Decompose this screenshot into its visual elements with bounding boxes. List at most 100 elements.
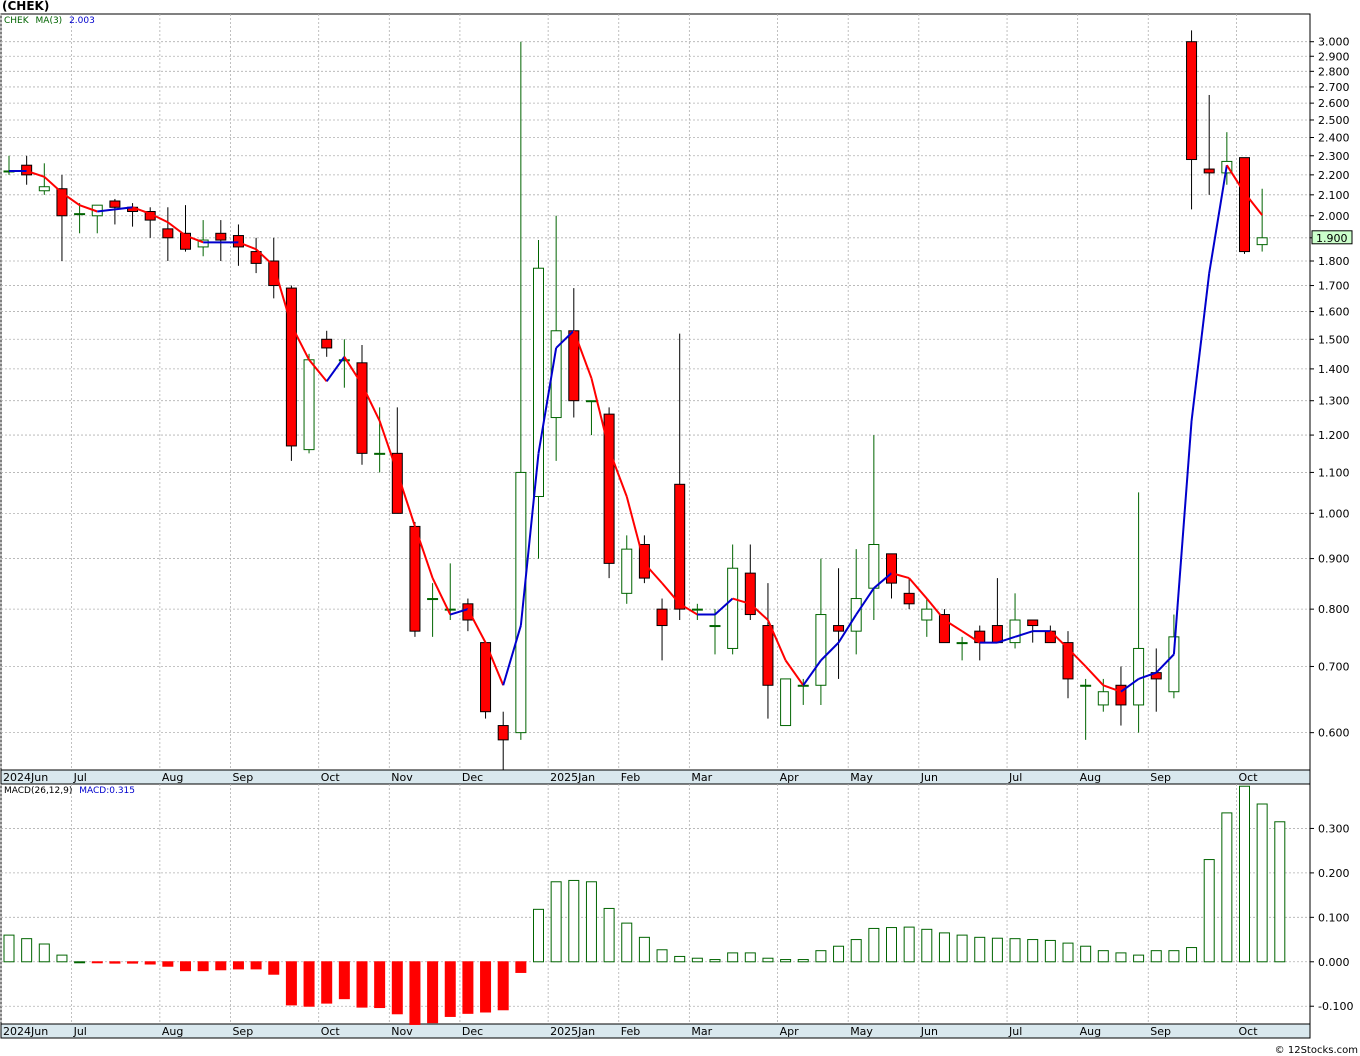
candle-body — [815, 614, 827, 686]
macd-bar — [1256, 803, 1268, 963]
macd-bar — [321, 961, 333, 1004]
x-axis-label-bottom: Oct — [321, 1025, 341, 1038]
price-y-tick-label: 2.400 — [1318, 132, 1350, 145]
candle-body — [903, 592, 915, 605]
macd-bar — [515, 961, 527, 973]
macd-bar — [444, 961, 456, 1017]
x-axis-label: Sep — [232, 771, 253, 784]
macd-bar — [850, 939, 862, 963]
x-axis-band — [0, 769, 1311, 785]
price-y-tick-label: 2.200 — [1318, 169, 1350, 182]
candle-body — [1044, 630, 1056, 644]
macd-bar — [285, 961, 297, 1006]
candle-body — [321, 338, 333, 349]
macd-bar — [815, 950, 827, 963]
candle-body — [691, 608, 703, 611]
macd-bar — [268, 961, 280, 975]
price-y-tick-label: 0.700 — [1318, 660, 1350, 673]
candle-body — [956, 642, 968, 645]
macd-bar — [409, 961, 421, 1025]
macd-bar — [1062, 942, 1074, 963]
last-price-label: 1.900 — [1316, 232, 1348, 245]
macd-bar — [903, 926, 915, 963]
macd-y-tick-label: 0.300 — [1318, 822, 1350, 835]
macd-bar — [250, 961, 262, 970]
price-y-tick-label: 1.400 — [1318, 363, 1350, 376]
macd-bar — [109, 961, 121, 964]
macd-bar — [1239, 785, 1250, 963]
candle-body — [215, 232, 227, 241]
x-axis-label-bottom: Mar — [691, 1025, 712, 1038]
price-y-tick-label: 2.700 — [1318, 81, 1350, 94]
x-axis-label-bottom: Aug — [162, 1025, 183, 1038]
x-axis-label: 2024Jun — [3, 771, 48, 784]
price-y-tick-label: 2.800 — [1318, 65, 1350, 78]
candle-body — [868, 544, 880, 589]
macd-bar — [1168, 950, 1180, 963]
x-axis-label-bottom: 2025Jan — [550, 1025, 595, 1038]
macd-legend: MACD(26,12,9) MACD:0.315 — [4, 786, 135, 796]
price-y-tick-label: 2.600 — [1318, 97, 1350, 110]
macd-bar — [921, 928, 933, 963]
x-axis-label: Apr — [780, 771, 800, 784]
price-y-tick-label: 2.500 — [1318, 114, 1350, 127]
macd-bar — [868, 927, 880, 963]
candle-body — [833, 625, 845, 632]
price-y-tick-label: 3.000 — [1318, 36, 1350, 49]
macd-bar — [56, 954, 68, 963]
macd-bar — [391, 961, 403, 1015]
price-y-tick-label: 0.900 — [1318, 553, 1350, 566]
macd-bar — [727, 952, 739, 963]
macd-bar — [1203, 859, 1215, 963]
legend-symbol: CHEK — [4, 16, 29, 26]
macd-bar — [1150, 950, 1162, 963]
stock-chart: 3.0002.900 2.800 2.700 2.600 2.500 2.400 2.300… — [0, 13, 1353, 1039]
x-axis-label: Jul — [1008, 771, 1022, 784]
candle-body — [674, 483, 686, 610]
macd-bar — [21, 938, 33, 963]
price-y-tick-label: 1.100 — [1318, 466, 1350, 479]
candle-body — [762, 625, 774, 686]
macd-bar — [91, 961, 103, 964]
macd-bar — [621, 922, 633, 963]
macd-bar — [638, 936, 650, 963]
macd-bar — [1027, 939, 1039, 963]
macd-y-tick-label: -0.100 — [1318, 1000, 1353, 1013]
macd-bar — [462, 961, 474, 1014]
macd-bar — [1115, 952, 1127, 963]
candle-body — [621, 548, 633, 594]
price-y-tick-label: 1.200 — [1318, 429, 1350, 442]
candle-body — [656, 608, 668, 627]
price-y-tick-label: 0.600 — [1318, 727, 1350, 740]
x-axis-label-bottom: 2024Jun — [3, 1025, 48, 1038]
chart-title: (CHEK) — [2, 0, 50, 13]
x-axis-label-bottom: Dec — [462, 1025, 483, 1038]
x-axis-label-bottom: Aug — [1080, 1025, 1101, 1038]
macd-bar — [1274, 821, 1286, 963]
macd-bar — [74, 961, 86, 964]
candle-body — [1080, 684, 1092, 687]
candle-body — [1256, 237, 1268, 246]
x-axis-label-bottom: Jul — [73, 1025, 87, 1038]
macd-bar — [338, 961, 350, 1000]
price-y-tick-label: 0.800 — [1318, 603, 1350, 616]
candle-body — [1097, 691, 1109, 706]
candle-body — [797, 684, 809, 687]
macd-bar — [656, 949, 668, 963]
macd-bar — [1133, 954, 1145, 963]
macd-bar — [550, 881, 562, 963]
macd-bar — [991, 937, 1003, 963]
candle-body — [921, 608, 933, 621]
macd-panel — [0, 783, 1311, 1025]
x-axis-label: Jun — [920, 771, 938, 784]
price-legend: CHEK MA(3) 2.003 — [4, 16, 95, 26]
x-axis-label: Oct — [1239, 771, 1259, 784]
macd-y-tick-label: 0.200 — [1318, 867, 1350, 880]
macd-y-tick-label: 0.000 — [1318, 956, 1350, 969]
macd-bar — [568, 879, 580, 963]
candle-body — [585, 400, 597, 403]
price-y-tick-label: 1.700 — [1318, 280, 1350, 293]
macd-bar — [480, 961, 492, 1013]
credit-text: © 12Stocks.com — [1274, 1045, 1358, 1056]
legend-ma-label: MA(3) — [35, 16, 63, 26]
